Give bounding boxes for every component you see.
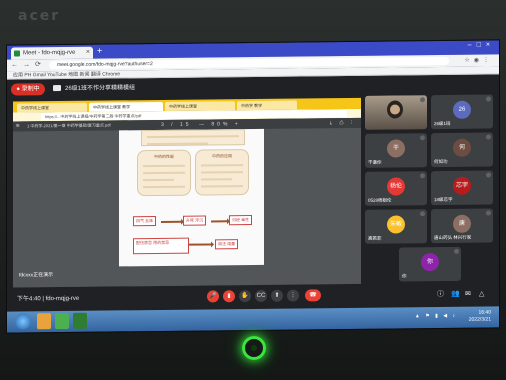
chrome-taskbar-icon[interactable]	[55, 312, 69, 330]
participant-tile[interactable]: 26 26级1班	[431, 94, 493, 130]
new-tab-icon[interactable]: +	[97, 46, 102, 56]
participant-name: 高若菲	[368, 235, 382, 241]
flow-box-4: 配伍禁忌 用药禁忌	[133, 237, 189, 255]
pdf-page-indicator: 3 / 15	[161, 121, 192, 128]
flow-box-1: 四气 五味	[133, 216, 157, 227]
flow-arrow	[189, 243, 211, 246]
flow-arrow	[211, 220, 227, 223]
app-taskbar-icon[interactable]	[73, 312, 87, 329]
pdf-zoom-controls: — 80% +	[199, 121, 241, 128]
right-box-title: 中药的应用	[212, 153, 232, 159]
pdf-download-print-icons: ⤓ ⎙ ⋮	[329, 119, 355, 127]
left-box-title: 中药的性能	[154, 153, 174, 160]
chat-icon[interactable]: ✉	[465, 289, 471, 301]
pdf-viewer: 中药的性能 中药的应用 四气 五味 升降 浮沉 归经 毒性 配伍禁忌 用药禁忌 …	[13, 127, 361, 288]
system-tray-icons[interactable]: ▲ ⚑ ▮ ◀ ♪	[415, 313, 457, 319]
participant-avatar: 芯宇	[453, 176, 471, 195]
navigation-buttons[interactable]: ←→⟳	[11, 59, 46, 71]
participant-tile-self[interactable]: 你 你	[399, 246, 461, 282]
flow-box-3: 归经 毒性	[229, 215, 253, 226]
presentation-icon	[53, 85, 61, 92]
participant-tile[interactable]: 朱敏 高若菲	[365, 209, 427, 244]
flow-top-box	[141, 129, 245, 147]
close-tab-icon[interactable]: ×	[86, 47, 90, 59]
mic-toggle-button[interactable]: 🎤	[207, 290, 219, 303]
participant-tile[interactable]: 唐 唐山药弘 林兴行家	[431, 208, 493, 244]
participant-avatar: 朱敏	[387, 215, 405, 234]
participant-name: 你	[402, 273, 407, 279]
participant-name: 干谦你	[368, 159, 382, 165]
meeting-time-code: 下午4:40 | fdo-mqjg-rve	[17, 295, 80, 303]
mic-off-icon	[486, 172, 491, 178]
participant-tile[interactable]: 杨伦 0528杨姐伦	[365, 171, 427, 206]
browser-tab-meet[interactable]: Meet - fdo-mqjg-rve ×	[11, 46, 93, 60]
meet-favicon-icon	[14, 50, 20, 57]
participant-name: 何如功	[434, 158, 448, 165]
flow-arrow	[161, 220, 181, 223]
participant-avatar: 26	[453, 100, 471, 119]
participant-name: 0528杨姐伦	[368, 197, 392, 203]
participant-avatar: 你	[421, 253, 439, 272]
mic-off-icon	[420, 211, 425, 217]
mic-off-icon	[420, 173, 425, 179]
flow-right-box: 中药的应用	[195, 149, 249, 196]
clock-time: 16:40	[478, 309, 491, 316]
participant-name: 唐山药弘 林兴行家	[434, 234, 472, 241]
browser-toolbar-icons[interactable]: ☆◉⋮	[464, 54, 493, 66]
meeting-title: 26级1班不作分享精精模组	[53, 82, 135, 95]
captions-button[interactable]: CC	[255, 289, 267, 302]
mic-off-icon	[486, 96, 491, 102]
browser-tab-title: Meet - fdo-mqjg-rve	[23, 49, 76, 57]
flow-box-2: 升降 浮沉	[183, 215, 207, 226]
mic-off-icon	[454, 248, 459, 254]
screen: Meet - fdo-mqjg-rve × + –□× ←→⟳ meet.goo…	[6, 39, 500, 334]
participant-video	[365, 95, 427, 130]
menu-icon: ≡	[16, 123, 20, 130]
taskbar-clock[interactable]: 16:40 2022/3/21	[469, 310, 491, 324]
end-call-button[interactable]: ☎	[305, 289, 321, 302]
people-icon[interactable]: 👥	[451, 289, 460, 301]
meet-control-bar: 下午4:40 | fdo-mqjg-rve 🎤 ▮ ✋ CC ⬆ ⋮ ☎ ⓘ 👥…	[7, 284, 499, 310]
window-controls[interactable]: –□×	[468, 41, 495, 48]
more-options-button[interactable]: ⋮	[287, 289, 299, 302]
start-button[interactable]	[15, 313, 31, 330]
pdf-page: 中药的性能 中药的应用 四气 五味 升降 浮沉 归经 毒性 配伍禁忌 用药禁忌 …	[119, 128, 264, 267]
meeting-title-text: 26级1班不作分享精精模组	[65, 85, 136, 92]
flow-box-5: 用法 用量	[215, 239, 239, 250]
clock-date: 2022/3/21	[468, 316, 491, 323]
monitor-brand-logo: acer	[18, 8, 61, 24]
participant-name: 18级芯宇	[434, 196, 453, 203]
activities-icon[interactable]: △	[479, 289, 484, 301]
windows-taskbar: ▲ ⚑ ▮ ◀ ♪ 16:40 2022/3/21	[7, 306, 499, 333]
camera-toggle-button[interactable]: ▮	[223, 290, 235, 303]
mic-off-icon	[486, 210, 491, 216]
participant-tile[interactable]: 干 干谦你	[365, 133, 427, 168]
mic-off-icon	[420, 97, 425, 103]
participant-avatar: 杨伦	[387, 177, 405, 196]
mic-off-icon	[486, 134, 491, 140]
flow-left-box: 中药的性能	[137, 149, 191, 197]
participant-avatar: 唐	[453, 214, 471, 233]
presentation-area: 中药学线上课堂 中药学线上课堂 教学 中药学线上课堂 中药学 教学 https:…	[13, 97, 361, 288]
present-button[interactable]: ⬆	[271, 289, 283, 302]
power-led-icon[interactable]	[242, 336, 266, 360]
participant-tile[interactable]: 何 何如功	[431, 132, 493, 168]
explorer-taskbar-icon[interactable]	[37, 313, 51, 330]
raise-hand-button[interactable]: ✋	[239, 290, 251, 303]
participant-avatar: 何	[453, 138, 471, 157]
participant-grid: 26 26级1班 干 干谦你 何 何如功 杨伦 0528杨姐伦 芯宇 18级芯宇…	[365, 94, 497, 291]
participant-tile[interactable]	[365, 95, 427, 130]
monitor-bezel: acer Meet - fdo-mqjg-rve × + –□× ←→⟳ mee…	[0, 0, 506, 380]
recording-badge: ● 录制中	[11, 83, 45, 96]
participant-name: 26级1班	[434, 120, 451, 127]
info-icon[interactable]: ⓘ	[437, 289, 444, 301]
mic-off-icon	[420, 135, 425, 141]
presenter-label: fdcxxx正在演示	[19, 272, 54, 279]
participant-avatar: 干	[387, 139, 405, 158]
participant-tile[interactable]: 芯宇 18级芯宇	[431, 170, 493, 206]
